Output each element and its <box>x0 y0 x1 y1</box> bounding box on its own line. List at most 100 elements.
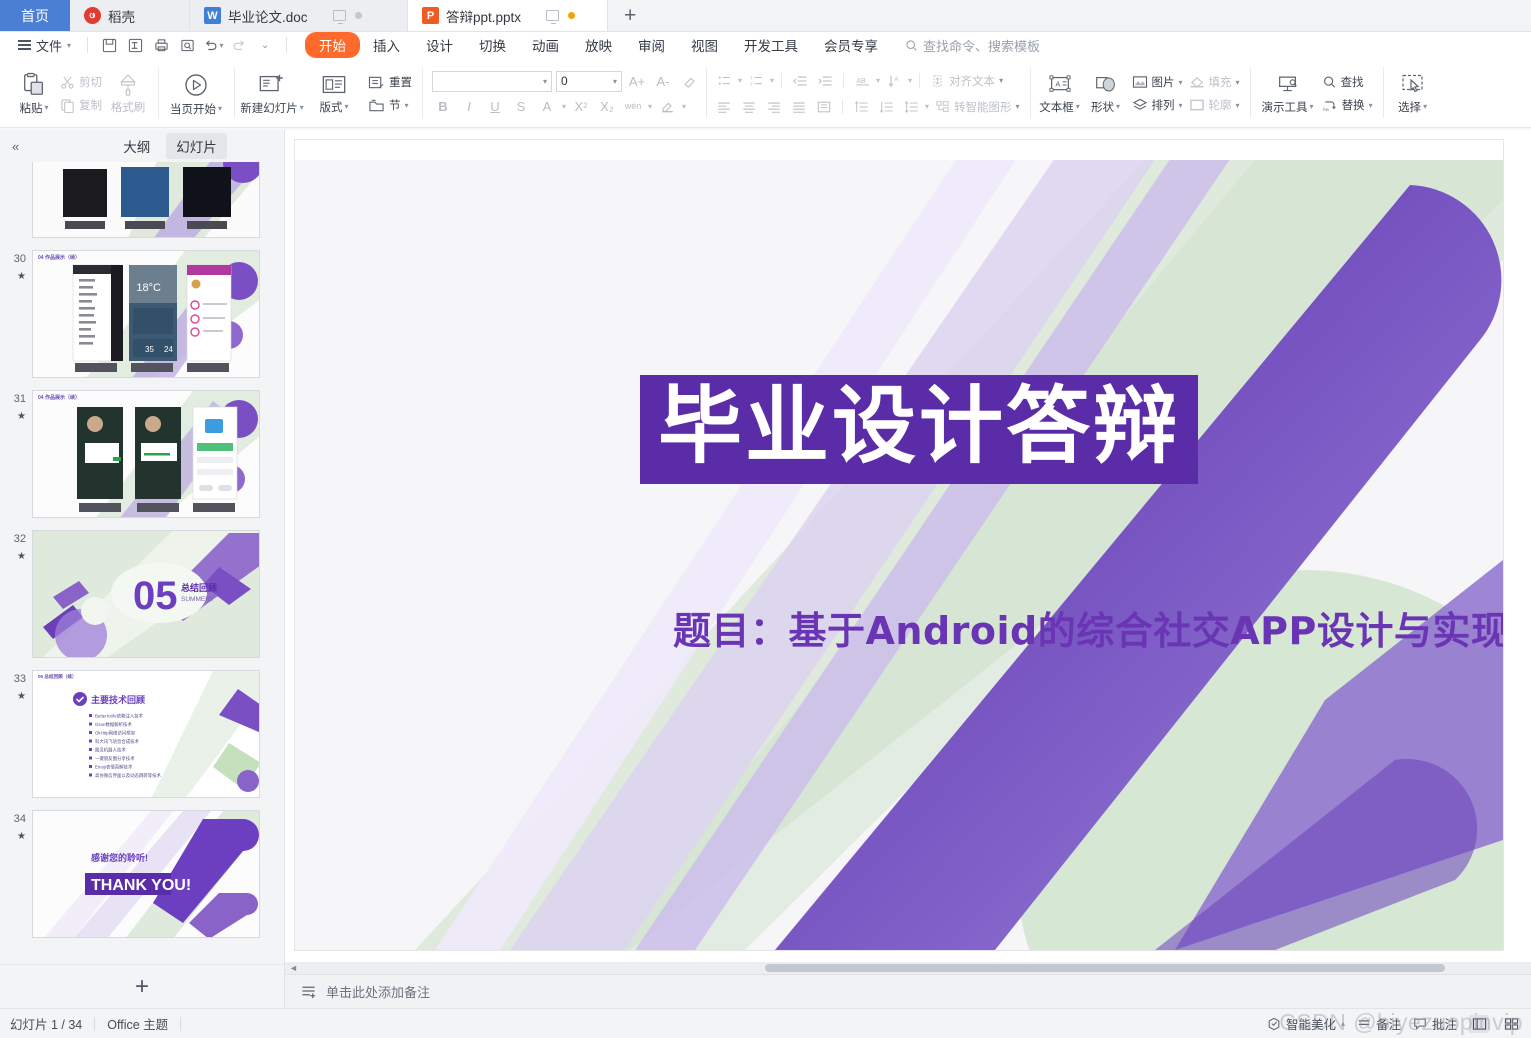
start-from-current-button[interactable]: 当页开始 ▾ <box>165 60 227 127</box>
tab-outline[interactable]: 大纲 <box>113 133 160 159</box>
thumbnail-item-30[interactable]: 30 ★ 18°C 35 24 04 作品展示（续） <box>0 244 284 384</box>
notes-toggle-button[interactable]: 备注 <box>1357 1014 1401 1033</box>
home-tab[interactable]: 首页 <box>0 0 70 31</box>
align-right-icon[interactable] <box>763 96 785 117</box>
numbered-list-icon[interactable]: 12 <box>745 70 767 91</box>
presentation-tools-button[interactable]: 演示工具 ▾ <box>1257 60 1319 127</box>
justify-icon[interactable] <box>788 96 810 117</box>
section-button[interactable]: 节 ▾ <box>365 95 415 115</box>
sort-icon[interactable]: A <box>883 70 905 91</box>
new-tab-button[interactable]: + <box>608 0 652 31</box>
text-direction-icon[interactable]: AB <box>851 70 873 91</box>
pinyin-guide-icon[interactable]: wén <box>622 96 644 117</box>
collapse-panel-icon[interactable]: « <box>6 139 25 154</box>
cast-icon[interactable] <box>332 10 346 24</box>
normal-view-icon[interactable] <box>1469 1014 1489 1033</box>
picture-button[interactable]: 图片 ▾ <box>1129 72 1186 92</box>
scroll-left-icon[interactable]: ◄ <box>289 963 298 973</box>
current-slide[interactable]: 毕业设计答辩 题目：基于Android的综合社交APP设计与实现 <box>295 140 1503 950</box>
decrease-font-size-button[interactable]: A- <box>652 71 674 92</box>
docer-tab[interactable]: ဖ 稻壳 <box>70 0 190 31</box>
ribbon-tab-view[interactable]: 视图 <box>678 33 731 57</box>
comments-toggle-button[interactable]: 批注 <box>1413 1014 1457 1033</box>
thumbnail-item-32[interactable]: 32 ★ 05 总结回顾 SUMMERY <box>0 524 284 664</box>
new-slide-button[interactable]: 新建幻灯片 ▾ <box>240 60 304 127</box>
print-preview-icon[interactable] <box>174 34 200 56</box>
bold-button[interactable]: B <box>432 96 454 117</box>
thumbnail-frame[interactable]: 04 作品展示（续） <box>32 390 260 518</box>
align-left-icon[interactable] <box>713 96 735 117</box>
thumbnail-item-34[interactable]: 34 ★ 感谢您的聆听! THANK YOU! <box>0 804 284 944</box>
thumbnail-item-31[interactable]: 31 ★ 04 作品展示（续） <box>0 384 284 524</box>
font-color-icon[interactable]: A <box>536 96 558 117</box>
ribbon-tab-start[interactable]: 开始 <box>305 32 361 58</box>
notes-pane[interactable]: 单击此处添加备注 <box>285 974 1531 1008</box>
ribbon-tab-slideshow[interactable]: 放映 <box>572 33 625 57</box>
paste-button[interactable]: 粘贴 ▾ <box>11 60 57 127</box>
save-icon[interactable] <box>96 34 122 56</box>
strikethrough-button[interactable]: S <box>510 96 532 117</box>
distribute-icon[interactable] <box>813 96 835 117</box>
replace-button[interactable]: AB 替换 ▾ <box>1319 95 1376 115</box>
customize-quick-access-icon[interactable]: ⌄ <box>252 34 278 56</box>
ribbon-tab-animations[interactable]: 动画 <box>519 33 572 57</box>
line-spacing-increase-icon[interactable] <box>850 96 872 117</box>
smart-beautify-button[interactable]: 智能美化 ▴ <box>1267 1014 1345 1033</box>
cast-icon-active[interactable] <box>546 10 560 24</box>
thumbnail-list[interactable]: 30 ★ 18°C 35 24 04 作品展示（续） 31 ★ 04 作品展示（… <box>0 162 284 964</box>
increase-indent-icon[interactable] <box>814 70 836 91</box>
chevron-up-icon[interactable]: ▴ <box>1341 1019 1345 1028</box>
ribbon-tab-developer[interactable]: 开发工具 <box>731 33 811 57</box>
print-icon[interactable] <box>148 34 174 56</box>
find-button[interactable]: 查找 <box>1319 72 1376 92</box>
clear-format-icon[interactable] <box>678 71 700 92</box>
shape-button[interactable]: 形状 ▾ <box>1083 60 1129 127</box>
ribbon-tab-design[interactable]: 设计 <box>413 33 466 57</box>
bulleted-list-icon[interactable] <box>713 70 735 91</box>
ribbon-tab-review[interactable]: 审阅 <box>625 33 678 57</box>
increase-font-size-button[interactable]: A+ <box>626 71 648 92</box>
highlight-icon[interactable] <box>656 96 678 117</box>
ribbon-tab-transitions[interactable]: 切换 <box>466 33 519 57</box>
command-search[interactable]: 查找命令、搜索模板 <box>905 36 1040 55</box>
theme-name[interactable]: Office 主题 <box>107 1014 168 1033</box>
cut-button[interactable]: 剪切 <box>57 72 105 92</box>
add-slide-button[interactable]: + <box>0 964 284 1008</box>
line-spacing-decrease-icon[interactable] <box>875 96 897 117</box>
layout-button[interactable]: 版式 ▾ <box>303 60 365 127</box>
slide-horizontal-scrollbar[interactable]: ◄ <box>285 962 1531 974</box>
file-menu-button[interactable]: 文件 ▾ <box>10 36 79 55</box>
line-spacing-icon[interactable] <box>900 96 922 117</box>
format-painter-button[interactable]: 格式刷 <box>105 60 151 127</box>
ribbon-tab-member[interactable]: 会员专享 <box>811 33 891 57</box>
thumbnail-frame[interactable]: 主要技术回顾 ButterKnife依赖注入技术 Gson数据解析技术 OkHt… <box>32 670 260 798</box>
align-text-button[interactable]: 对齐文本 ▾ <box>927 71 1006 91</box>
underline-button[interactable]: U <box>484 96 506 117</box>
slide-title-box[interactable]: 毕业设计答辩 <box>640 375 1199 484</box>
select-button[interactable]: 选择 ▾ <box>1390 60 1436 127</box>
subscript-button[interactable]: X₂ <box>596 96 618 117</box>
tab-slides[interactable]: 幻灯片 <box>166 133 227 159</box>
undo-icon[interactable]: ▾ <box>200 34 226 56</box>
align-center-icon[interactable] <box>738 96 760 117</box>
thumbnail-frame[interactable]: 05 总结回顾 SUMMERY <box>32 530 260 658</box>
reset-button[interactable]: 重置 <box>365 72 415 92</box>
decrease-indent-icon[interactable] <box>789 70 811 91</box>
arrange-button[interactable]: 排列 ▾ <box>1129 95 1186 115</box>
fill-button[interactable]: 填充 ▾ <box>1186 72 1243 92</box>
font-family-select[interactable]: ▾ <box>432 70 552 92</box>
tab-thesis-doc[interactable]: W 毕业论文.doc <box>190 0 408 31</box>
outline-button[interactable]: 轮廓 ▾ <box>1186 95 1243 115</box>
slide-sorter-icon[interactable] <box>1501 1015 1521 1033</box>
thumbnail-frame[interactable] <box>32 162 260 238</box>
copy-button[interactable]: 复制 <box>57 95 105 115</box>
thumbnail-item-33[interactable]: 33 ★ 主要技术回顾 ButterKnife依赖注入技术 Gson数据解析技术… <box>0 664 284 804</box>
ribbon-tab-insert[interactable]: 插入 <box>360 33 413 57</box>
thumbnail-frame[interactable]: 18°C 35 24 04 作品展示（续） <box>32 250 260 378</box>
tab-defense-pptx[interactable]: P 答辩ppt.pptx <box>408 0 608 31</box>
save-as-icon[interactable] <box>122 34 148 56</box>
italic-button[interactable]: I <box>458 96 480 117</box>
font-size-select[interactable]: 0 ▾ <box>556 70 622 92</box>
superscript-button[interactable]: X² <box>570 96 592 117</box>
thumbnail-item-partial[interactable] <box>0 162 284 244</box>
